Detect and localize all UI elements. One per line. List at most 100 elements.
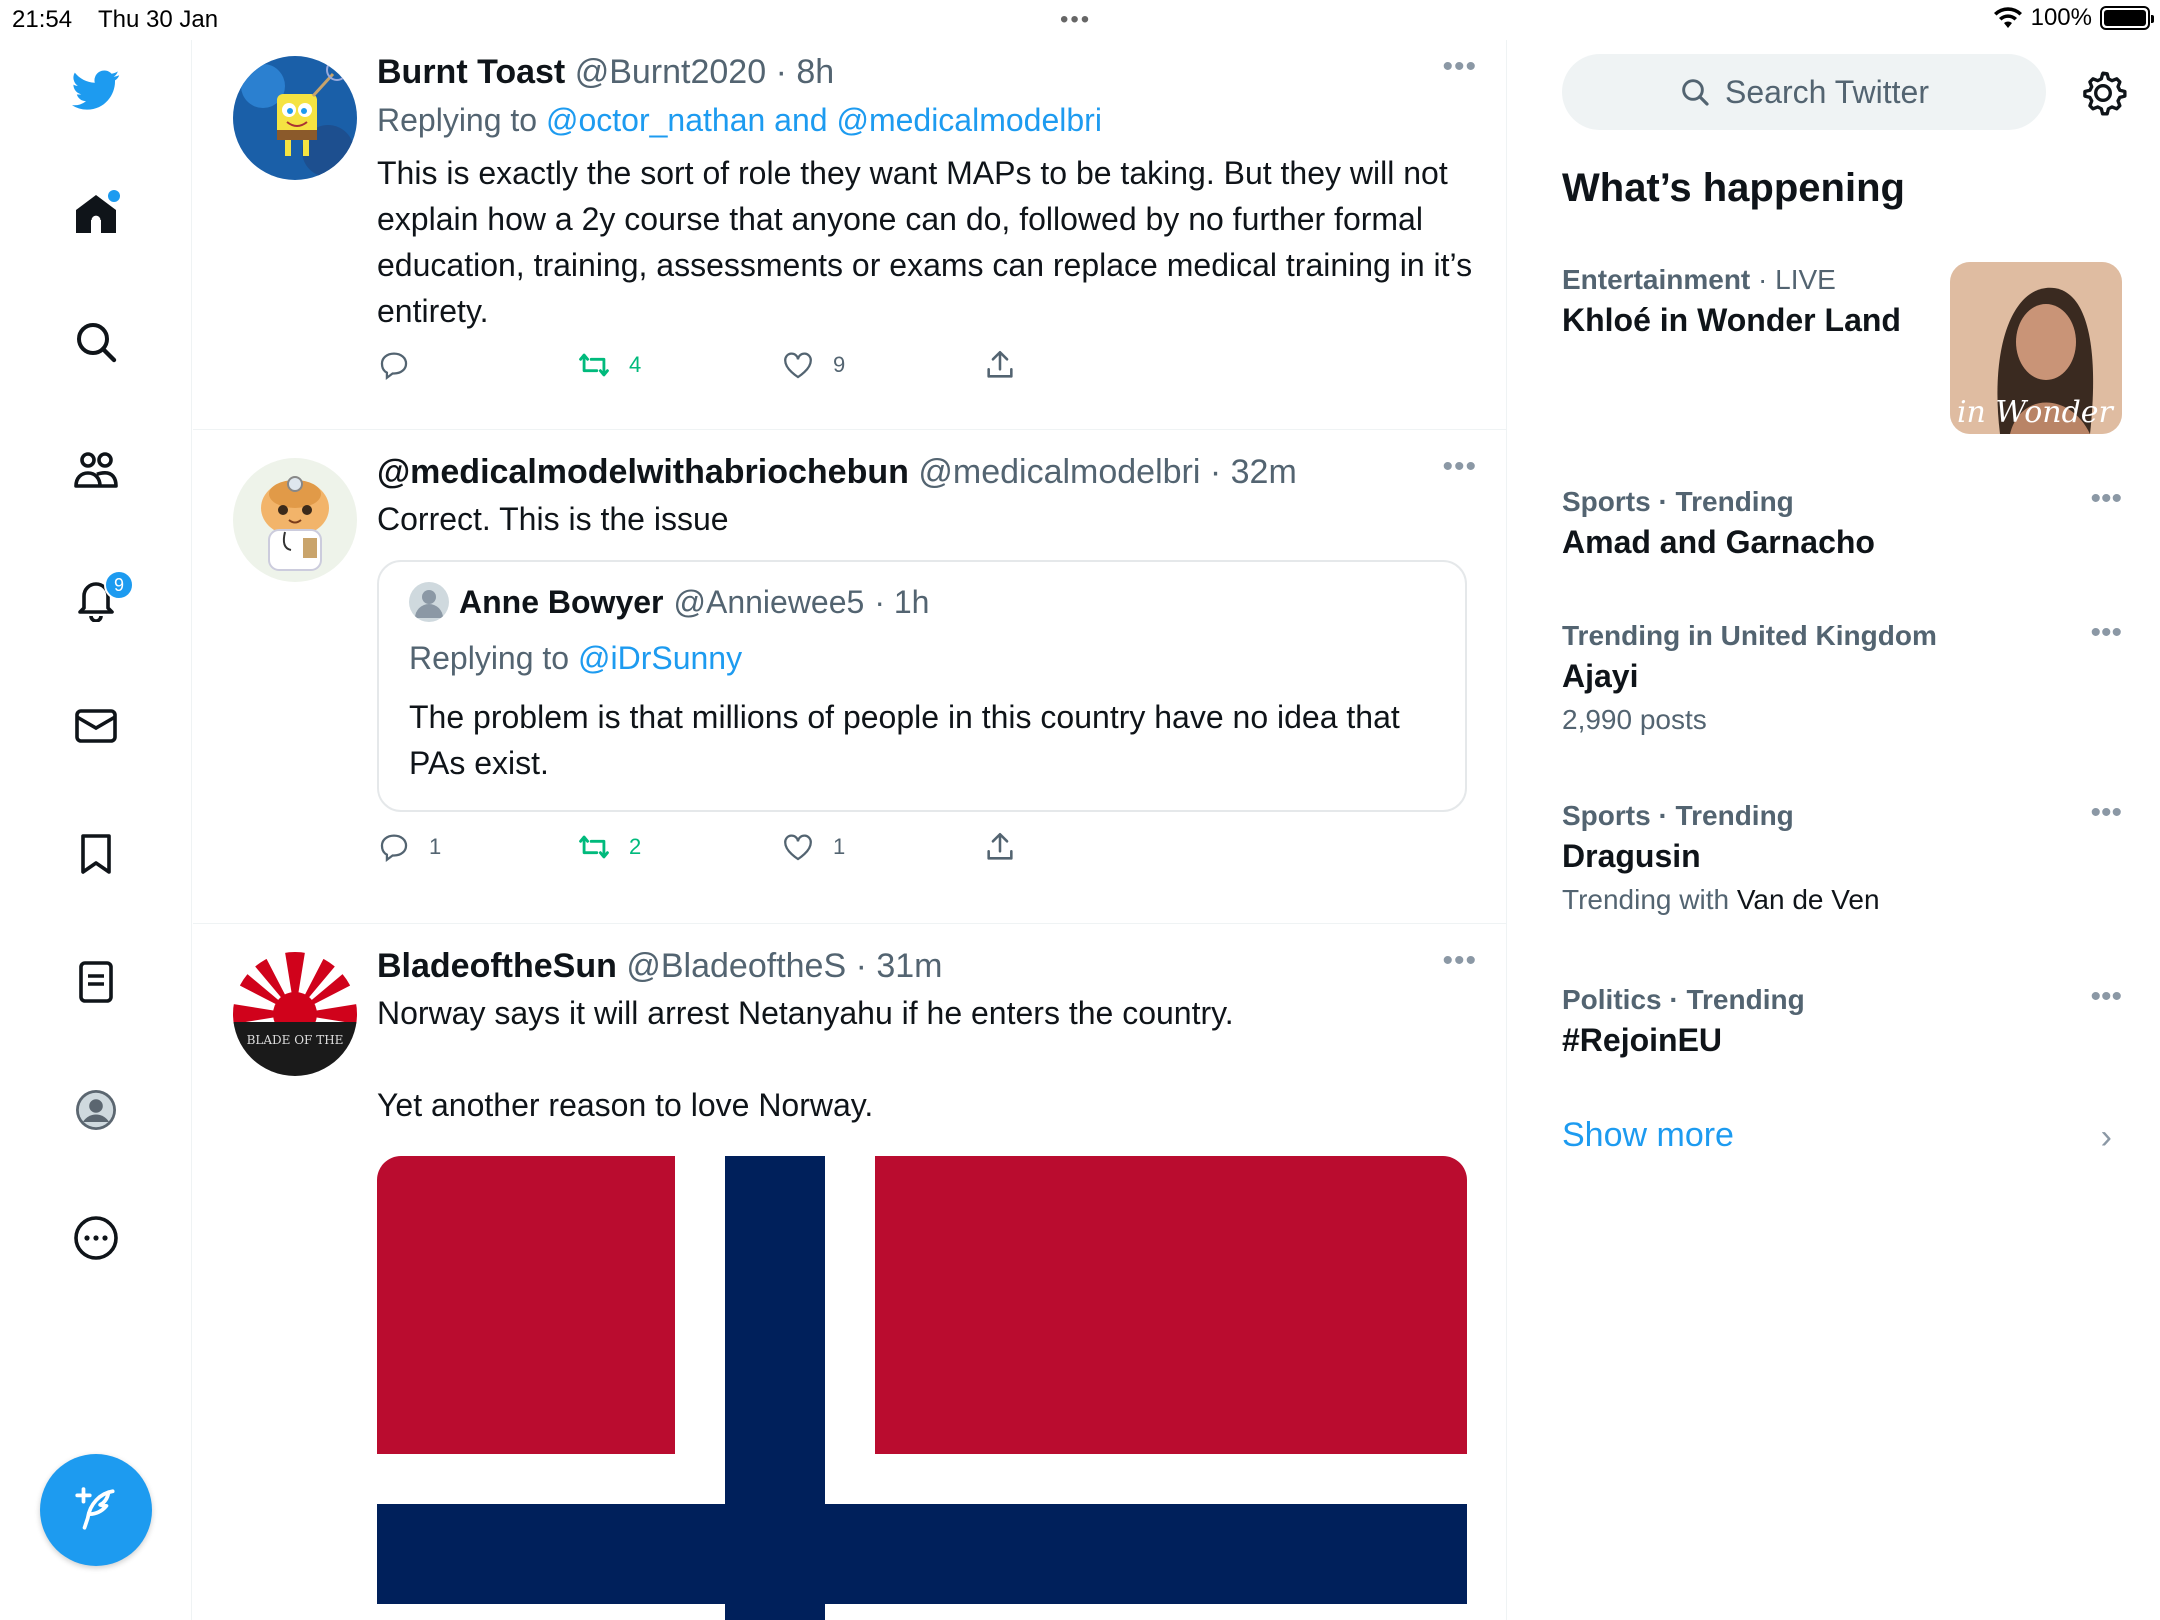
trend-title: Ajayi — [1562, 658, 1639, 694]
tweet-text: Norway says it will arrest Netanyahu if … — [377, 995, 1234, 1123]
search-input[interactable]: Search Twitter — [1562, 54, 2046, 130]
multitasking-dots[interactable]: ••• — [1060, 6, 1091, 34]
nav-profile[interactable] — [66, 1080, 126, 1140]
trend-title: #RejoinEU — [1562, 1022, 1723, 1058]
khloe-thumbnail-image: é in Wonder L — [1950, 262, 2122, 434]
whats-happening-title: What’s happening — [1562, 166, 1905, 210]
trend-thumbnail[interactable]: é in Wonder L — [1950, 262, 2122, 434]
tweet-time[interactable]: · 8h — [776, 53, 835, 91]
tweet-more-button[interactable]: ••• — [1442, 450, 1477, 484]
tweet-actions: 1 2 1 — [377, 830, 1477, 880]
left-navigation: 9 — [0, 40, 192, 1620]
tweet-body: Burnt Toast @Burnt2020 · 8h Replying to … — [377, 52, 1477, 398]
trend-category-name: Politics · Trending — [1562, 984, 1805, 1015]
more-icon — [74, 1216, 118, 1260]
retweet-button[interactable]: 2 — [577, 830, 641, 864]
tweet-medicalmodel[interactable]: @medicalmodelwithabriochebun @medicalmod… — [193, 430, 1506, 924]
reply-icon — [380, 352, 408, 381]
replying-prefix: Replying to — [377, 102, 538, 138]
replying-to-links[interactable]: @octor_nathan and @medicalmodelbri — [546, 102, 1102, 138]
tweet-author-handle[interactable]: @BladeoftheS — [626, 947, 846, 985]
battery-percent: 100% — [2030, 4, 2092, 31]
tweet-bladeofthesun[interactable]: BLADE OF THE BladeoftheSun @BladeoftheS … — [193, 924, 1506, 1620]
trend-more-button[interactable]: ••• — [2090, 616, 2122, 650]
timeline-feed[interactable]: Burnt Toast @Burnt2020 · 8h Replying to … — [193, 40, 1507, 1620]
trending-with-label: Trending with — [1562, 884, 1730, 915]
trend-item[interactable]: Sports · Trending Dragusin Trending with… — [1562, 796, 2122, 920]
tweet-burnt-toast[interactable]: Burnt Toast @Burnt2020 · 8h Replying to … — [193, 40, 1506, 430]
tweet-author-name[interactable]: BladeoftheSun — [377, 947, 617, 985]
show-more-link[interactable]: Show more › — [1562, 1116, 2122, 1156]
thumbnail-caption: é in Wonder L — [1950, 395, 2122, 430]
nav-explore[interactable] — [66, 312, 126, 372]
nav-home[interactable] — [66, 184, 126, 244]
trend-item[interactable]: Politics · Trending #RejoinEU ••• — [1562, 980, 2122, 1062]
nav-lists[interactable] — [66, 952, 126, 1012]
tweet-time[interactable]: · 31m — [856, 947, 943, 985]
trend-item[interactable]: Sports · Trending Amad and Garnacho ••• — [1562, 482, 2122, 564]
quoted-tweet[interactable]: Anne Bowyer @Anniewee5 · 1h Replying to … — [377, 560, 1467, 812]
reply-button[interactable] — [377, 348, 429, 382]
avatar-medicalmodel[interactable] — [233, 458, 357, 582]
quoted-author-name: Anne Bowyer — [459, 584, 664, 620]
right-sidebar: Search Twitter What’s happening Entertai… — [1562, 40, 2127, 1620]
reply-button[interactable]: 1 — [377, 830, 441, 864]
nav-notifications[interactable]: 9 — [66, 568, 134, 628]
wifi-icon — [1993, 7, 2022, 28]
avatar-burnt-toast[interactable] — [233, 56, 357, 180]
like-count: 1 — [833, 834, 846, 859]
battery-icon — [2100, 6, 2154, 30]
trend-more-button[interactable]: ••• — [2090, 482, 2122, 516]
trend-more-button[interactable]: ••• — [2090, 980, 2122, 1014]
profile-icon — [76, 1090, 116, 1130]
trend-category-name: Trending in United Kingdom — [1562, 620, 1937, 651]
mail-icon — [75, 709, 117, 743]
spongebob-avatar-image — [233, 56, 357, 180]
like-button[interactable]: 9 — [781, 348, 845, 382]
tweet-time[interactable]: · 32m — [1210, 453, 1297, 491]
nav-bookmarks[interactable] — [66, 824, 126, 884]
reply-icon — [380, 834, 408, 863]
nav-communities[interactable] — [66, 440, 126, 500]
tweet-author-name[interactable]: @medicalmodelwithabriochebun — [377, 453, 909, 491]
tweet-author-handle[interactable]: @medicalmodelbri — [918, 453, 1200, 491]
replying-to-link[interactable]: @iDrSunny — [578, 640, 742, 676]
trend-trending-with: Trending with Van de Ven — [1562, 880, 2122, 920]
tweet-author-name[interactable]: Burnt Toast — [377, 53, 565, 91]
show-more-label: Show more — [1562, 1116, 1734, 1154]
trend-item[interactable]: Entertainment · LIVE Khloé in Wonder Lan… — [1562, 262, 2122, 442]
trend-item[interactable]: Trending in United Kingdom Ajayi 2,990 p… — [1562, 616, 2122, 740]
retweet-count: 2 — [629, 834, 642, 859]
tweet-more-button[interactable]: ••• — [1442, 50, 1477, 84]
share-button[interactable] — [983, 830, 1017, 864]
trend-category-name: Sports · Trending — [1562, 486, 1794, 517]
avatar-bladeofthesun[interactable]: BLADE OF THE — [233, 952, 357, 1076]
norway-flag-image — [377, 1156, 1467, 1620]
trend-category: Trending in United Kingdom — [1562, 618, 2122, 654]
tweet-author-handle[interactable]: @Burnt2020 — [575, 53, 766, 91]
search-icon — [77, 323, 117, 363]
lists-icon — [79, 961, 113, 1003]
trend-more-button[interactable]: ••• — [2090, 796, 2122, 830]
retweet-button[interactable]: 4 — [577, 348, 641, 382]
tweet-header: BladeoftheSun @BladeoftheS · 31m — [377, 946, 1477, 986]
nav-messages[interactable] — [66, 696, 126, 756]
tweet-text: This is exactly the sort of role they wa… — [377, 155, 1481, 329]
share-button[interactable] — [983, 348, 1017, 382]
twitter-logo[interactable] — [66, 60, 126, 120]
status-time: 21:54 — [12, 6, 73, 33]
replying-prefix: Replying to — [409, 640, 570, 676]
tweet-header: Burnt Toast @Burnt2020 · 8h — [377, 52, 1477, 92]
communities-icon — [74, 452, 118, 488]
like-button[interactable]: 1 — [781, 830, 845, 864]
tweet-media-image[interactable] — [377, 1156, 1467, 1620]
nav-more[interactable] — [66, 1208, 126, 1268]
compose-tweet-button[interactable] — [40, 1454, 152, 1566]
gear-icon — [2083, 71, 2127, 116]
compose-icon — [75, 1487, 115, 1530]
tweet-more-button[interactable]: ••• — [1442, 944, 1477, 978]
trend-category-name: Entertainment — [1562, 264, 1751, 295]
retweet-count: 4 — [629, 352, 642, 377]
settings-button[interactable] — [2078, 68, 2128, 118]
quoted-replying-to: Replying to @iDrSunny — [409, 636, 1435, 680]
